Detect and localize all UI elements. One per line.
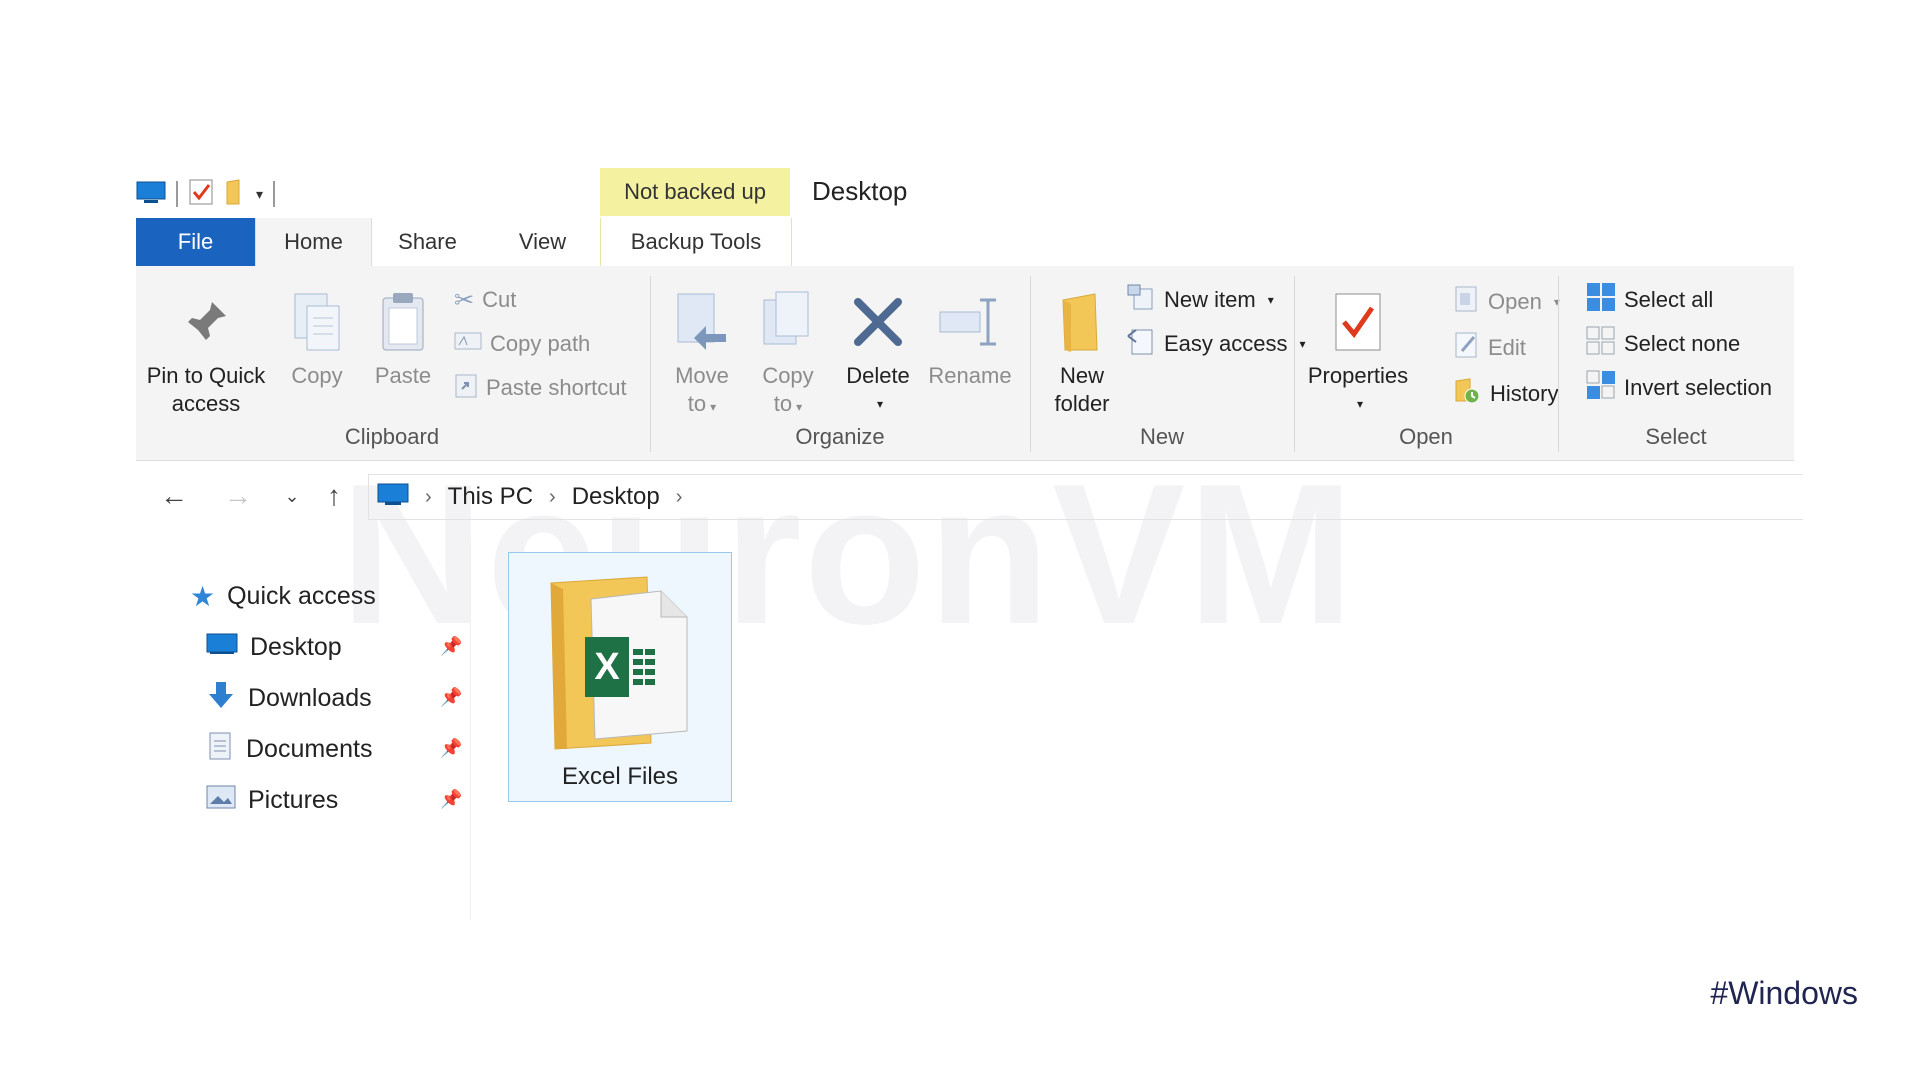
edit-button[interactable]: Edit bbox=[1454, 332, 1526, 364]
scissors-icon: ✂ bbox=[454, 286, 475, 314]
new-item-button[interactable]: New item ▾ bbox=[1126, 284, 1274, 316]
history-button[interactable]: History bbox=[1454, 378, 1558, 410]
this-pc-icon bbox=[377, 482, 409, 513]
ribbon-tabs: File Home Share View Backup Tools bbox=[136, 218, 1796, 266]
footer-hashtag: #Windows bbox=[1710, 975, 1858, 1011]
ribbon-home: Pin to Quick access Copy Paste ✂ Cut Cop… bbox=[136, 266, 1794, 461]
new-folder-button[interactable]: New folder bbox=[1042, 286, 1122, 418]
edit-icon bbox=[1454, 331, 1480, 365]
copy-path-button[interactable]: Copy path bbox=[454, 328, 590, 360]
tab-backup-tools[interactable]: Backup Tools bbox=[600, 218, 792, 266]
copy-to-icon bbox=[760, 286, 816, 358]
properties-check-icon[interactable] bbox=[188, 178, 214, 211]
group-label-select: Select bbox=[1645, 424, 1707, 449]
recent-locations-chevron-icon[interactable]: ⌄ bbox=[272, 476, 312, 516]
excel-folder-icon: X bbox=[547, 573, 697, 758]
move-to-icon bbox=[674, 286, 730, 358]
paste-shortcut-button[interactable]: Paste shortcut bbox=[454, 372, 627, 404]
rename-button[interactable]: Rename bbox=[926, 286, 1014, 390]
delete-x-icon bbox=[850, 286, 906, 358]
new-folder-icon bbox=[1057, 286, 1107, 358]
forward-arrow-icon[interactable]: → bbox=[218, 476, 258, 516]
select-none-icon bbox=[1586, 326, 1616, 362]
pin-icon[interactable]: 📌 bbox=[440, 789, 462, 810]
clipboard-icon bbox=[377, 286, 429, 358]
new-item-icon bbox=[1126, 283, 1156, 317]
group-label-clipboard: Clipboard bbox=[344, 424, 440, 449]
breadcrumb-desktop[interactable]: Desktop bbox=[572, 483, 660, 511]
invert-selection-icon bbox=[1586, 370, 1616, 406]
nav-item-desktop[interactable]: Desktop bbox=[206, 627, 342, 667]
select-all-button[interactable]: Select all bbox=[1586, 282, 1713, 318]
nav-item-downloads[interactable]: Downloads bbox=[206, 678, 372, 718]
pin-icon[interactable]: 📌 bbox=[440, 687, 462, 708]
folder-item-excel-files[interactable]: X Excel Files bbox=[508, 552, 732, 802]
easy-access-icon bbox=[1126, 326, 1156, 362]
invert-selection-button[interactable]: Invert selection bbox=[1586, 370, 1772, 406]
toolbar-separator bbox=[176, 181, 178, 207]
dropdown-caret-icon: ▾ bbox=[1267, 293, 1274, 307]
svg-text:X: X bbox=[594, 646, 620, 688]
tab-share[interactable]: Share bbox=[370, 218, 485, 266]
copy-button[interactable]: Copy bbox=[282, 286, 352, 390]
breadcrumb-this-pc[interactable]: This PC bbox=[448, 483, 533, 511]
copy-path-icon bbox=[454, 331, 482, 357]
tab-view[interactable]: View bbox=[485, 218, 600, 266]
pin-icon bbox=[182, 286, 230, 358]
window-title: Desktop bbox=[812, 176, 908, 206]
properties-button[interactable]: Properties ▾ bbox=[1304, 286, 1412, 418]
computer-icon[interactable] bbox=[136, 180, 166, 209]
history-icon bbox=[1454, 377, 1482, 411]
tab-file[interactable]: File bbox=[136, 218, 255, 266]
toolbar-separator bbox=[273, 181, 276, 207]
cut-button[interactable]: ✂ Cut bbox=[454, 284, 516, 316]
open-button[interactable]: Open ▾ bbox=[1454, 286, 1560, 318]
not-backed-up-badge: Not backed up bbox=[600, 168, 790, 216]
breadcrumb-chevron-icon: › bbox=[425, 485, 432, 508]
group-label-organize: Organize bbox=[795, 424, 885, 449]
star-icon: ★ bbox=[190, 580, 216, 612]
nav-item-documents[interactable]: Documents bbox=[206, 729, 372, 769]
pin-to-quick-access-button[interactable]: Pin to Quick access bbox=[146, 286, 266, 418]
documents-icon bbox=[206, 731, 234, 768]
download-icon bbox=[206, 680, 236, 717]
group-label-new: New bbox=[1139, 424, 1184, 449]
pin-icon[interactable]: 📌 bbox=[440, 636, 462, 657]
delete-button[interactable]: Delete ▾ bbox=[836, 286, 920, 418]
properties-dropdown-icon: ▾ bbox=[1356, 397, 1364, 411]
up-arrow-icon[interactable]: ↑ bbox=[314, 476, 354, 516]
tab-home[interactable]: Home bbox=[255, 218, 372, 266]
group-label-open: Open bbox=[1399, 424, 1453, 449]
paste-shortcut-icon bbox=[454, 371, 478, 405]
back-arrow-icon[interactable]: ← bbox=[154, 476, 194, 516]
nav-item-pictures[interactable]: Pictures bbox=[206, 780, 338, 820]
open-icon bbox=[1454, 285, 1480, 319]
breadcrumb-chevron-icon: › bbox=[549, 485, 556, 508]
select-all-icon bbox=[1586, 282, 1616, 318]
folder-label: Excel Files bbox=[561, 763, 679, 790]
copy-icon bbox=[291, 286, 343, 358]
paste-button[interactable]: Paste bbox=[368, 286, 438, 390]
pin-icon[interactable]: 📌 bbox=[440, 738, 462, 759]
breadcrumb-chevron-icon: › bbox=[675, 485, 683, 508]
easy-access-button[interactable]: Easy access ▾ bbox=[1126, 328, 1306, 360]
customize-dropdown-icon[interactable]: ▾ bbox=[256, 186, 263, 203]
new-folder-icon[interactable] bbox=[224, 178, 246, 211]
properties-check-icon bbox=[1332, 286, 1384, 358]
pictures-icon bbox=[206, 784, 236, 817]
quick-access-toolbar: ▾ bbox=[136, 178, 276, 211]
nav-quick-access[interactable]: ★ Quick access bbox=[190, 576, 376, 616]
rename-icon bbox=[938, 286, 1002, 358]
copy-to-button[interactable]: Copy to ▾ bbox=[748, 286, 828, 421]
navigation-pane-divider bbox=[470, 540, 471, 920]
address-row: ← → ⌄ ↑ › This PC › Desktop › bbox=[136, 470, 1803, 522]
address-bar[interactable]: › This PC › Desktop › bbox=[368, 474, 1803, 520]
move-to-button[interactable]: Move to ▾ bbox=[662, 286, 742, 421]
select-none-button[interactable]: Select none bbox=[1586, 326, 1740, 362]
delete-dropdown-icon: ▾ bbox=[876, 397, 884, 411]
desktop-icon bbox=[206, 632, 238, 663]
